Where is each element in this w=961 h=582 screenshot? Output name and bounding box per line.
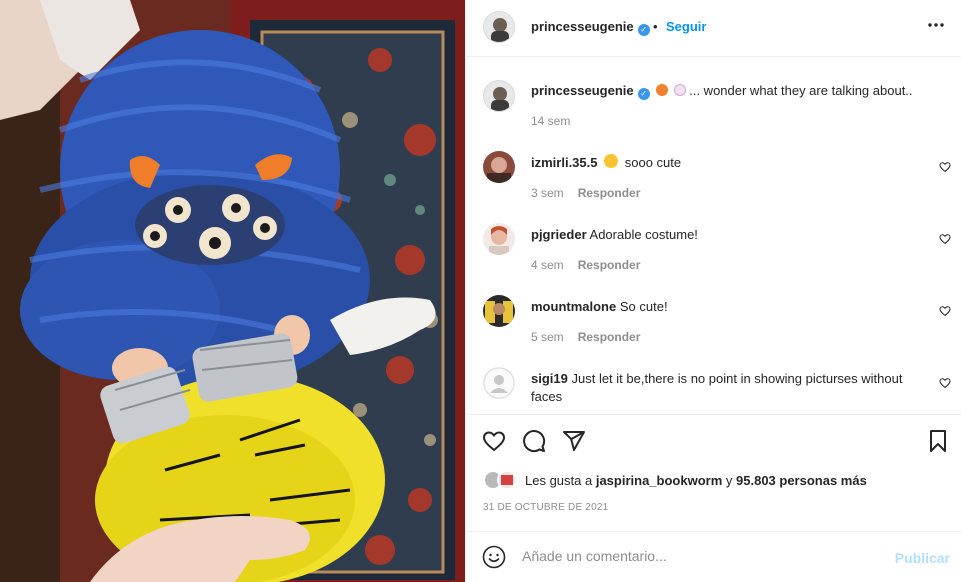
- instagram-post: princesseugenie ✓ • Seguir princesseugeni…: [0, 0, 961, 582]
- comment-username[interactable]: sigi19: [531, 371, 568, 386]
- comment-text: Just let it be,there is no point in show…: [531, 371, 903, 404]
- comment-avatar-image: [483, 151, 515, 183]
- more-options-icon[interactable]: [926, 15, 946, 40]
- comment-item: mountmalone So cute!: [531, 298, 931, 316]
- publish-button[interactable]: Publicar: [895, 550, 950, 566]
- comment-meta: 5 sem Responder: [531, 330, 654, 344]
- ghost-icon: [674, 84, 687, 96]
- comment-bubble-icon[interactable]: [522, 429, 546, 453]
- comment-item: izmirli.35.5 sooo cute: [531, 154, 931, 172]
- likes-count-link[interactable]: 95.803 personas más: [736, 473, 867, 488]
- author-username[interactable]: princesseugenie ✓: [531, 19, 650, 36]
- comment-item: sigi19 Just let it be,there is no point …: [531, 370, 926, 406]
- comment-avatar[interactable]: [483, 151, 515, 183]
- save-bookmark-icon[interactable]: [926, 429, 950, 453]
- comment-text: Adorable costume!: [589, 227, 698, 242]
- likes-summary: Les gusta a jaspirina_bookworm y 95.803 …: [483, 470, 867, 490]
- comment-username[interactable]: mountmalone: [531, 299, 616, 314]
- grinning-face-icon: [604, 154, 619, 168]
- pumpkin-icon: [656, 84, 669, 96]
- like-comment-heart-icon[interactable]: [939, 305, 951, 317]
- post-header: princesseugenie ✓ • Seguir: [466, 0, 961, 57]
- comment-time[interactable]: 5 sem: [531, 330, 564, 344]
- comment-text: So cute!: [619, 299, 668, 314]
- comment-username[interactable]: pjgrieder: [531, 227, 587, 242]
- default-avatar-icon: [483, 367, 515, 399]
- more-options-glyph: [928, 23, 944, 27]
- author-username-text[interactable]: princesseugenie: [531, 19, 634, 34]
- caption-time[interactable]: 14 sem: [531, 114, 570, 128]
- like-comment-heart-icon[interactable]: [939, 161, 951, 173]
- verified-badge-icon: ✓: [637, 88, 650, 100]
- comment-avatar[interactable]: [483, 295, 515, 327]
- caption-meta: 14 sem: [531, 114, 584, 128]
- caption-author-username[interactable]: princesseugenie: [531, 83, 634, 98]
- comment-time[interactable]: 3 sem: [531, 186, 564, 200]
- caption-avatar-image: [484, 81, 514, 111]
- comment-meta: 4 sem Responder: [531, 258, 654, 272]
- verified-badge-icon: ✓: [637, 24, 650, 36]
- likes-text: Les gusta a jaspirina_bookworm y 95.803 …: [525, 473, 867, 488]
- separator-dot: •: [653, 19, 658, 34]
- comment-avatar[interactable]: [483, 223, 515, 255]
- author-avatar[interactable]: [483, 11, 515, 43]
- emoji-picker-icon[interactable]: [482, 545, 506, 569]
- caption-author-avatar[interactable]: [483, 80, 515, 112]
- comment-username[interactable]: izmirli.35.5: [531, 155, 597, 170]
- post-photo[interactable]: [0, 0, 465, 582]
- comment-avatar-image: [483, 295, 515, 327]
- comment-item: pjgrieder Adorable costume!: [531, 226, 931, 244]
- add-comment-input[interactable]: [522, 548, 862, 564]
- comment-meta: 3 sem Responder: [531, 186, 654, 200]
- actions-divider: [466, 414, 961, 415]
- liker-username[interactable]: jaspirina_bookworm: [596, 473, 722, 488]
- post-details-panel: princesseugenie ✓ • Seguir princesseugeni…: [465, 0, 961, 582]
- photo-illustration: [0, 0, 465, 582]
- reply-button[interactable]: Responder: [578, 258, 641, 272]
- follow-button[interactable]: Seguir: [666, 19, 706, 34]
- likers-avatars[interactable]: [483, 470, 521, 490]
- caption-text: ... wonder what they are talking about..: [689, 83, 913, 98]
- reply-button[interactable]: Responder: [578, 186, 641, 200]
- post-caption: princesseugenie ✓ ... wonder what they ar…: [531, 82, 941, 100]
- likes-conjunction: y: [725, 472, 733, 488]
- comment-time[interactable]: 4 sem: [531, 258, 564, 272]
- likers-avatar-stack: [483, 470, 517, 490]
- comment-text: sooo cute: [624, 155, 682, 170]
- post-date[interactable]: 31 DE OCTUBRE DE 2021: [483, 502, 608, 513]
- likes-prefix: Les gusta a: [525, 472, 593, 488]
- add-comment-bar: Publicar: [466, 531, 961, 582]
- like-heart-icon[interactable]: [482, 429, 506, 453]
- like-comment-heart-icon[interactable]: [939, 377, 951, 389]
- comment-avatar[interactable]: [483, 367, 515, 399]
- author-avatar-image: [484, 12, 514, 42]
- comment-avatar-image: [483, 223, 515, 255]
- like-comment-heart-icon[interactable]: [939, 233, 951, 245]
- reply-button[interactable]: Responder: [578, 330, 641, 344]
- share-send-icon[interactable]: [562, 429, 586, 453]
